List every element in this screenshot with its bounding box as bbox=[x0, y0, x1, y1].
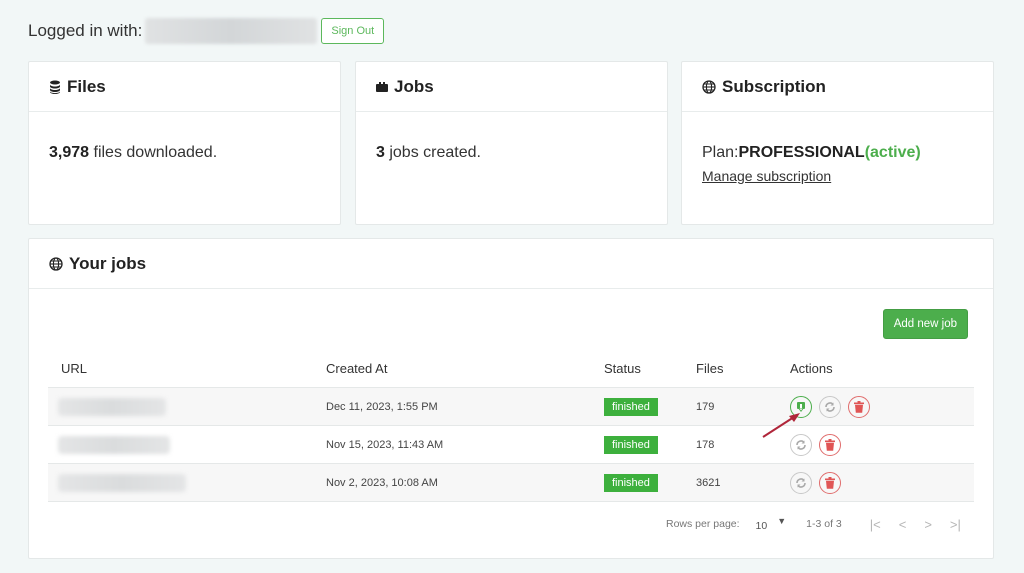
files-card: Files 3,978 files downloaded. bbox=[28, 61, 341, 225]
delete-button[interactable] bbox=[819, 433, 842, 456]
job-url[interactable] bbox=[48, 425, 326, 464]
chevron-down-icon[interactable]: ▼ bbox=[777, 516, 786, 526]
rerun-button[interactable] bbox=[790, 471, 812, 494]
column-header-created-at: Created At bbox=[326, 349, 604, 388]
jobs-stat-text: jobs created. bbox=[384, 144, 481, 161]
logged-in-label: Logged in with: bbox=[28, 21, 143, 40]
files-card-title: Files bbox=[67, 76, 106, 96]
jobs-card-title: Jobs bbox=[394, 76, 434, 96]
jobs-count: 3 bbox=[376, 144, 385, 161]
rows-per-page-label: Rows per page: bbox=[666, 518, 740, 530]
trash-icon bbox=[854, 400, 865, 413]
table-row: Nov 2, 2023, 10:08 AM finished 3621 bbox=[48, 463, 974, 502]
last-page-icon[interactable]: >| bbox=[950, 517, 961, 532]
column-header-actions: Actions bbox=[790, 349, 974, 388]
job-created-at: Nov 2, 2023, 10:08 AM bbox=[326, 463, 604, 502]
rerun-button[interactable] bbox=[819, 395, 842, 418]
refresh-icon bbox=[825, 401, 835, 412]
jobs-table: URL Created At Status Files Actions Dec … bbox=[48, 349, 974, 502]
column-header-files: Files bbox=[696, 349, 790, 388]
login-info: Logged in with: Sign Out bbox=[28, 17, 385, 45]
job-url[interactable] bbox=[48, 387, 326, 426]
first-page-icon[interactable]: |< bbox=[870, 517, 881, 532]
job-created-at: Dec 11, 2023, 1:55 PM bbox=[326, 387, 604, 426]
status-badge: finished bbox=[604, 397, 658, 416]
files-card-header: Files bbox=[29, 62, 340, 112]
files-stat: 3,978 files downloaded. bbox=[49, 144, 320, 162]
pagination: Rows per page: 10 ▼ 1-3 of 3 |< < > >| bbox=[666, 516, 961, 532]
plan-status: (active) bbox=[864, 144, 921, 161]
jobs-card-header: Jobs bbox=[356, 62, 667, 112]
column-header-url: URL bbox=[48, 349, 326, 388]
manage-subscription-link[interactable]: Manage subscription bbox=[702, 168, 973, 184]
status-badge: finished bbox=[604, 473, 658, 492]
redacted-email bbox=[145, 18, 318, 44]
your-jobs-panel: Your jobs Add new job URL Created At Sta… bbox=[28, 238, 994, 559]
annotation-arrow-icon bbox=[762, 413, 800, 438]
plan-label: Plan: bbox=[702, 144, 739, 161]
subscription-card-title: Subscription bbox=[722, 76, 826, 96]
plan-info: Plan:PROFESSIONAL(active) bbox=[702, 144, 973, 162]
status-badge: finished bbox=[604, 435, 658, 454]
trash-icon bbox=[825, 476, 836, 489]
table-header-row: URL Created At Status Files Actions bbox=[48, 349, 974, 388]
delete-button[interactable] bbox=[848, 395, 871, 418]
refresh-icon bbox=[796, 477, 806, 488]
your-jobs-title: Your jobs bbox=[69, 253, 147, 273]
job-created-at: Nov 15, 2023, 11:43 AM bbox=[326, 425, 604, 464]
files-count: 3,978 bbox=[49, 144, 90, 161]
next-page-icon[interactable]: > bbox=[924, 517, 932, 532]
jobs-card: Jobs 3 jobs created. bbox=[355, 61, 668, 225]
job-actions bbox=[790, 387, 974, 426]
table-row: Dec 11, 2023, 1:55 PM finished 179 bbox=[48, 387, 974, 426]
jobs-stat: 3 jobs created. bbox=[376, 144, 647, 162]
sign-out-button[interactable]: Sign Out bbox=[321, 18, 385, 44]
globe-icon bbox=[49, 256, 63, 271]
delete-button[interactable] bbox=[819, 471, 842, 494]
files-stat-text: files downloaded. bbox=[89, 144, 218, 161]
job-url[interactable] bbox=[48, 463, 326, 502]
job-actions bbox=[790, 463, 974, 502]
job-actions bbox=[790, 425, 974, 464]
pagination-range: 1-3 of 3 bbox=[806, 518, 842, 530]
plan-name: PROFESSIONAL bbox=[738, 144, 865, 161]
refresh-icon bbox=[796, 439, 806, 450]
add-new-job-button[interactable]: Add new job bbox=[882, 309, 968, 339]
trash-icon bbox=[825, 438, 836, 451]
subscription-card: Subscription Plan:PROFESSIONAL(active) M… bbox=[681, 61, 994, 225]
previous-page-icon[interactable]: < bbox=[899, 517, 907, 532]
your-jobs-header: Your jobs bbox=[29, 239, 993, 289]
job-files-count: 3621 bbox=[696, 463, 790, 502]
rows-per-page-select[interactable]: 10 bbox=[756, 520, 768, 532]
subscription-card-header: Subscription bbox=[682, 62, 993, 112]
table-row: Nov 15, 2023, 11:43 AM finished 178 bbox=[48, 425, 974, 464]
globe-icon bbox=[702, 79, 716, 94]
briefcase-icon bbox=[376, 81, 388, 92]
database-icon bbox=[49, 80, 61, 94]
column-header-status: Status bbox=[604, 349, 696, 388]
